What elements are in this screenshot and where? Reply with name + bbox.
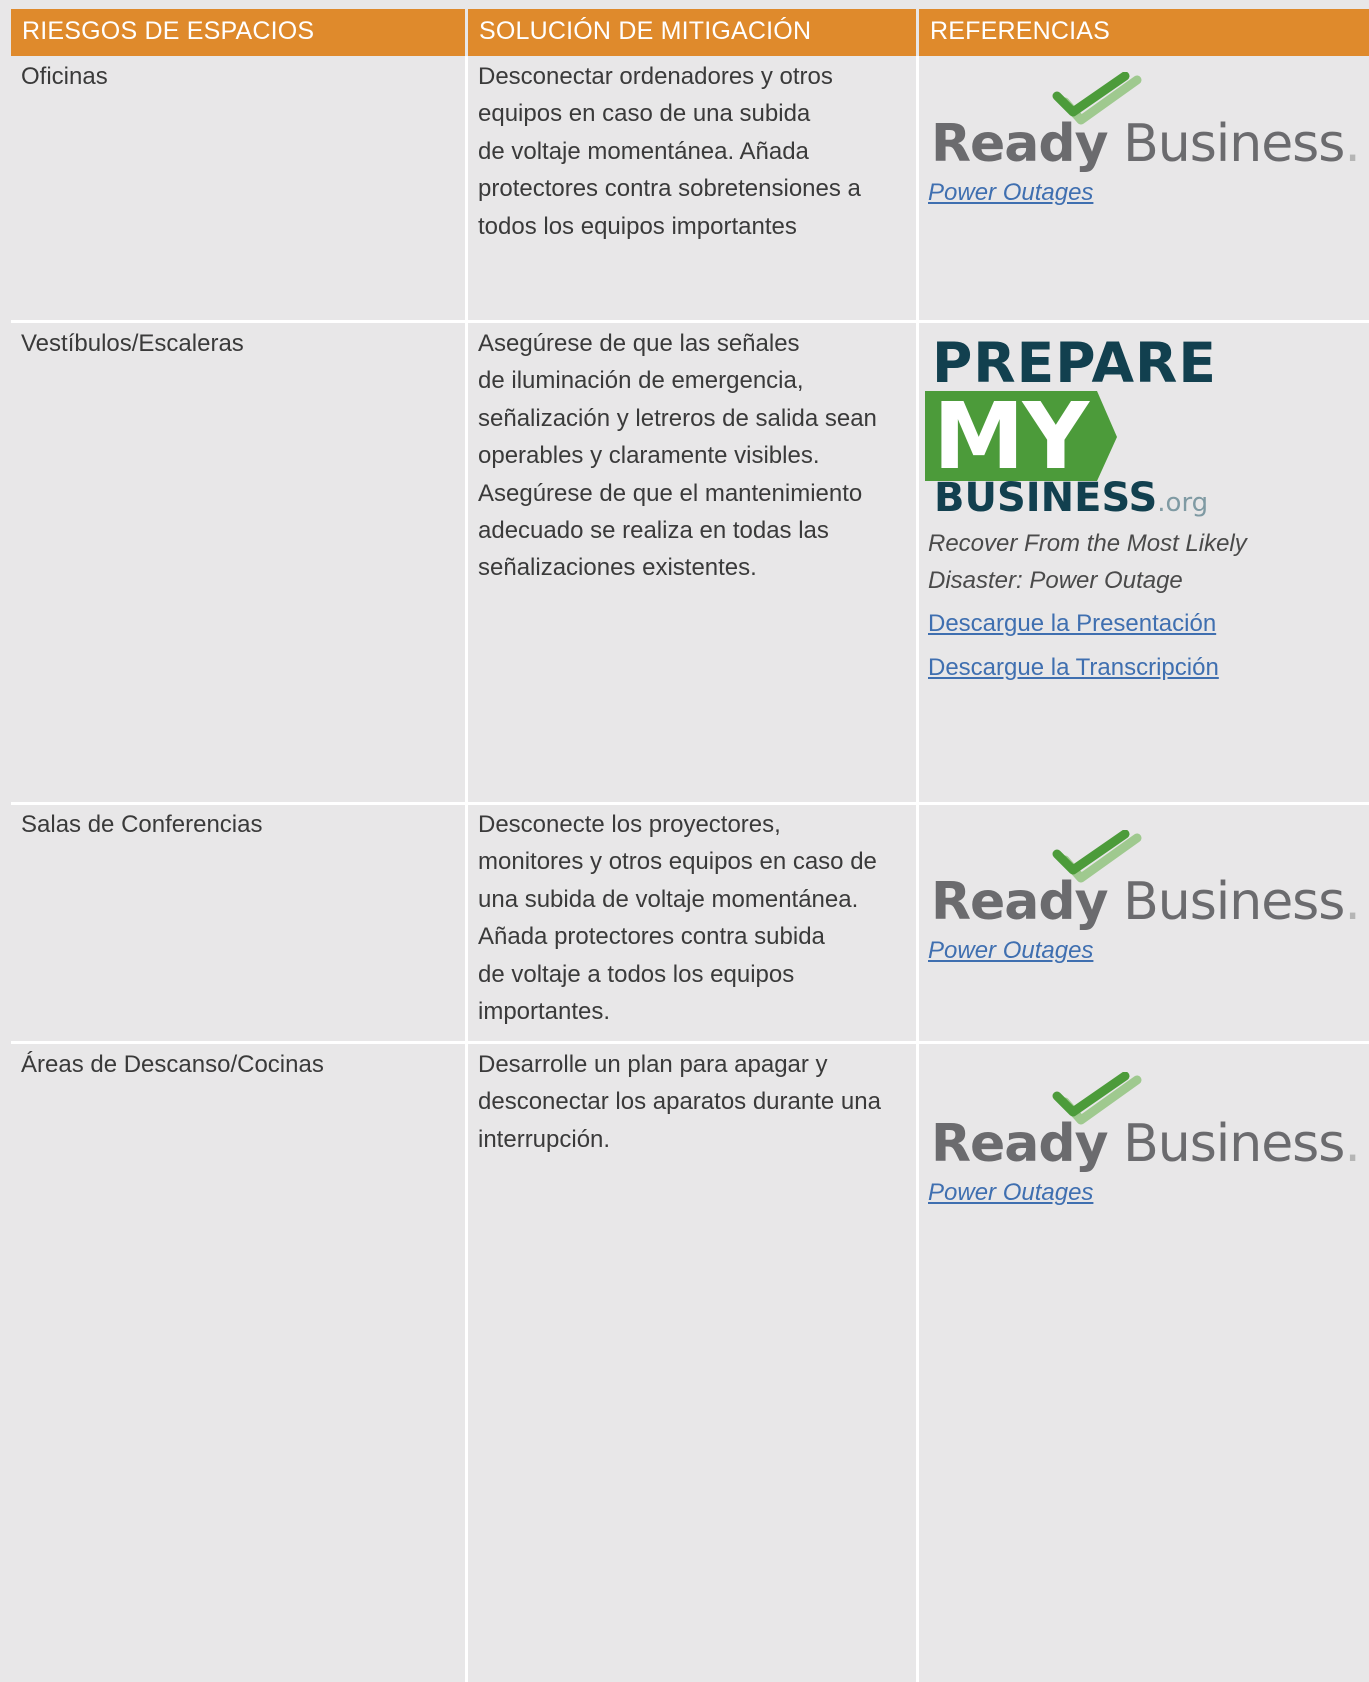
solution-line: Añada protectores contra subida — [478, 923, 825, 951]
header-cell-references: REFERENCIAS — [919, 9, 1369, 56]
risk-cell: Salas de Conferencias — [21, 811, 263, 838]
solution-line: Desarrolle un plan para apagar y — [478, 1051, 828, 1078]
solution-cell: Desconecte los proyectores, monitores y … — [478, 806, 908, 1030]
solution-line: interrupción. — [478, 1125, 611, 1153]
ready-business-wordmark: Ready Business. — [931, 1114, 1361, 1174]
description-line: Disaster: Power Outage — [928, 567, 1183, 594]
logo-my-text: MY — [933, 383, 1089, 490]
power-outages-link[interactable]: Power Outages — [928, 936, 1358, 966]
solution-cell: Desarrolle un plan para apagar y descone… — [478, 1046, 908, 1158]
column-divider — [465, 56, 468, 1682]
ready-business-wordmark: Ready Business. — [931, 114, 1361, 174]
download-presentation-link[interactable]: Descargue la Presentación — [928, 609, 1358, 639]
mitigation-table: RIESGOS DE ESPACIOS SOLUCIÓN DE MITIGACI… — [0, 0, 1369, 1682]
column-divider — [916, 56, 919, 1682]
risk-cell: Oficinas — [21, 63, 108, 90]
header-label-references: REFERENCIAS — [930, 17, 1111, 45]
reference-cell: PREPARE MY BUSINESS.org Recover From the… — [925, 331, 1358, 683]
solution-line: señalizaciones existentes. — [478, 554, 757, 582]
solution-line: de voltaje a todos los equipos — [478, 960, 795, 988]
ready-business-logo: Ready Business. — [928, 1072, 1361, 1182]
solution-line: de iluminación de emergencia, — [478, 367, 804, 395]
risk-cell: Vestíbulos/Escaleras — [21, 330, 244, 357]
solution-line: protectores contra sobretensiones a — [478, 175, 861, 203]
solution-line: señalización y letreros de salida sean — [478, 404, 877, 432]
solution-line: todos los equipos importantes — [478, 212, 797, 240]
solution-line: Desconecte los proyectores, — [478, 811, 781, 838]
solution-cell: Desconectar ordenadores y otros equipos … — [478, 58, 908, 245]
prepare-my-business-logo: PREPARE MY BUSINESS.org — [925, 331, 1228, 528]
header-label-solution: SOLUCIÓN DE MITIGACIÓN — [479, 17, 812, 45]
solution-line: adecuado se realiza en todas las — [478, 517, 829, 545]
solution-line: importantes. — [478, 998, 611, 1026]
header-label-risks: RIESGOS DE ESPACIOS — [22, 17, 315, 45]
solution-cell: Asegúrese de que las señales de iluminac… — [478, 325, 908, 587]
solution-line: Asegúrese de que el mantenimiento — [478, 479, 863, 507]
ready-business-logo: Ready Business. — [928, 72, 1361, 182]
logo-business-text: BUSINESS.org — [934, 475, 1209, 521]
risk-cell: Áreas de Descanso/Cocinas — [21, 1051, 324, 1078]
solution-line: Asegúrese de que las señales — [478, 330, 800, 357]
reference-description: Recover From the Most Likely Disaster: P… — [928, 525, 1358, 599]
download-transcript-link[interactable]: Descargue la Transcripción — [928, 653, 1358, 683]
solution-line: Desconectar ordenadores y otros — [478, 63, 833, 90]
ready-business-logo: Ready Business. — [928, 830, 1361, 940]
solution-line: de voltaje momentánea. Añada — [478, 137, 809, 165]
solution-line: equipos en caso de una subida — [478, 100, 811, 128]
reference-cell: Ready Business. Power Outages — [928, 830, 1361, 966]
solution-line: desconectar los aparatos durante una — [478, 1088, 881, 1116]
solution-line: una subida de voltaje momentánea. — [478, 885, 859, 913]
power-outages-link[interactable]: Power Outages — [928, 178, 1358, 208]
row-divider — [11, 320, 1369, 323]
ready-business-wordmark: Ready Business. — [931, 872, 1361, 932]
row-divider — [11, 1041, 1369, 1044]
solution-line: monitores y otros equipos en caso de — [478, 848, 877, 876]
power-outages-link[interactable]: Power Outages — [928, 1178, 1358, 1208]
reference-cell: Ready Business. Power Outages — [928, 72, 1361, 208]
description-line: Recover From the Most Likely — [928, 530, 1247, 557]
header-cell-risks: RIESGOS DE ESPACIOS — [11, 9, 465, 56]
row-divider — [11, 802, 1369, 805]
reference-cell: Ready Business. Power Outages — [928, 1072, 1361, 1208]
solution-line: operables y claramente visibles. — [478, 442, 820, 470]
header-cell-solution: SOLUCIÓN DE MITIGACIÓN — [468, 9, 916, 56]
